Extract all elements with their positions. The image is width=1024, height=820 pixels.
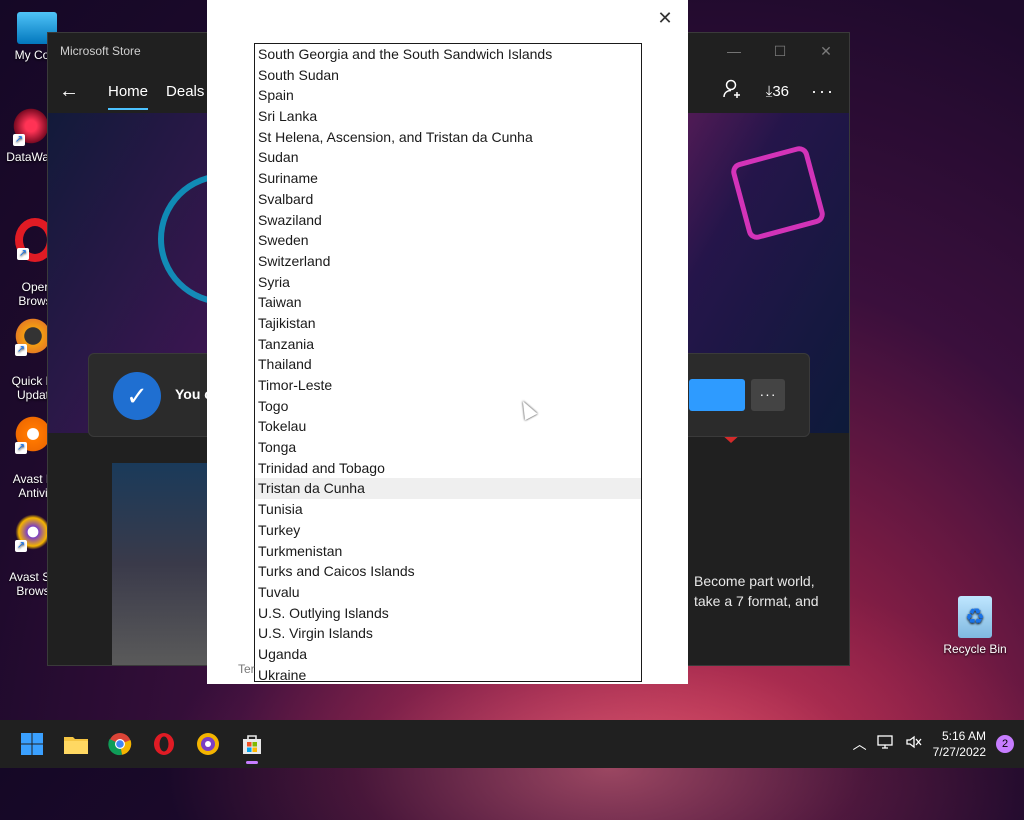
taskbar: ︿ 5:16 AM 7/27/2022 2 <box>0 720 1024 768</box>
country-option[interactable]: Tokelau <box>255 416 641 437</box>
country-option[interactable]: Swaziland <box>255 210 641 231</box>
game-description: Become part world, take a 7 format, and <box>694 573 819 609</box>
account-add-icon[interactable] <box>722 78 744 104</box>
country-option[interactable]: Tunisia <box>255 499 641 520</box>
more-options-icon[interactable]: ··· <box>811 81 835 102</box>
country-option[interactable]: Suriname <box>255 168 641 189</box>
datawag-icon: ↗ <box>11 106 51 146</box>
country-option[interactable]: Tanzania <box>255 334 641 355</box>
notification-action-button[interactable] <box>689 379 745 411</box>
country-option[interactable]: Turkmenistan <box>255 541 641 562</box>
country-option[interactable]: Sweden <box>255 230 641 251</box>
microsoft-store-taskbar-button[interactable] <box>232 724 272 764</box>
country-option[interactable]: Togo <box>255 396 641 417</box>
notification-more-button[interactable]: ··· <box>751 379 785 411</box>
close-icon[interactable]: ✕ <box>803 43 849 60</box>
country-option[interactable]: Syria <box>255 272 641 293</box>
hero-decoration <box>729 144 827 242</box>
downloads-count: 36 <box>772 82 790 100</box>
notification-badge[interactable]: 2 <box>996 735 1014 753</box>
country-dialog: ✕ South Georgia and the South Sandwich I… <box>207 0 688 684</box>
country-option[interactable]: Svalbard <box>255 189 641 210</box>
shortcut-arrow-icon: ↗ <box>13 134 25 146</box>
country-option[interactable]: Tonga <box>255 437 641 458</box>
country-option[interactable]: U.S. Outlying Islands <box>255 603 641 624</box>
country-option[interactable]: Uganda <box>255 644 641 665</box>
desktop-icon-recycle-bin[interactable]: ♻ Recycle Bin <box>938 596 1012 656</box>
shortcut-arrow-icon: ↗ <box>15 442 27 454</box>
network-icon[interactable] <box>876 734 895 755</box>
checkmark-icon: ✓ <box>113 372 161 420</box>
country-option[interactable]: Switzerland <box>255 251 641 272</box>
country-option[interactable]: Thailand <box>255 354 641 375</box>
country-option[interactable]: Timor-Leste <box>255 375 641 396</box>
country-option[interactable]: Taiwan <box>255 292 641 313</box>
game-thumbnail[interactable] <box>112 463 208 665</box>
country-option[interactable]: Tajikistan <box>255 313 641 334</box>
recycle-bin-icon: ♻ <box>958 596 992 638</box>
country-option[interactable]: Turks and Caicos Islands <box>255 561 641 582</box>
store-title: Microsoft Store <box>60 44 141 58</box>
country-option[interactable]: Spain <box>255 85 641 106</box>
dialog-footer-text: Ter <box>238 662 255 676</box>
minimize-icon[interactable]: — <box>711 43 757 60</box>
country-option[interactable]: Sri Lanka <box>255 106 641 127</box>
country-option[interactable]: U.S. Virgin Islands <box>255 623 641 644</box>
clock-date: 7/27/2022 <box>932 745 986 759</box>
country-option[interactable]: South Sudan <box>255 65 641 86</box>
country-option[interactable]: St Helena, Ascension, and Tristan da Cun… <box>255 127 641 148</box>
start-button[interactable] <box>12 724 52 764</box>
country-option[interactable]: Ukraine <box>255 665 641 681</box>
shortcut-arrow-icon: ↗ <box>15 540 27 552</box>
clock[interactable]: 5:16 AM 7/27/2022 <box>933 728 986 760</box>
country-option[interactable]: South Georgia and the South Sandwich Isl… <box>255 44 641 65</box>
tab-home[interactable]: Home <box>108 83 149 110</box>
back-arrow-icon[interactable]: ← <box>48 80 90 103</box>
system-tray: ︿ 5:16 AM 7/27/2022 2 <box>853 728 1024 760</box>
country-option[interactable]: Tristan da Cunha <box>255 478 641 500</box>
opera-icon <box>154 733 174 755</box>
file-explorer-icon <box>64 737 88 754</box>
chrome-icon <box>108 733 132 756</box>
volume-muted-icon[interactable] <box>905 734 923 755</box>
country-option[interactable]: Sudan <box>255 147 641 168</box>
chrome-button[interactable] <box>100 724 140 764</box>
downloads-button[interactable]: ⤓36 <box>766 83 789 100</box>
avast-browser-icon <box>197 733 219 755</box>
shortcut-arrow-icon: ↗ <box>15 344 27 356</box>
maximize-icon[interactable]: ☐ <box>757 43 803 60</box>
country-option[interactable]: Trinidad and Tobago <box>255 458 641 479</box>
close-icon[interactable]: ✕ <box>652 6 678 30</box>
desktop-icon-label: Recycle Bin <box>943 642 1007 656</box>
opera-taskbar-button[interactable] <box>144 724 184 764</box>
country-option[interactable]: Turkey <box>255 520 641 541</box>
chevron-up-icon[interactable]: ︿ <box>853 734 867 754</box>
country-option[interactable]: Tuvalu <box>255 582 641 603</box>
avast-browser-taskbar-button[interactable] <box>188 724 228 764</box>
file-explorer-button[interactable] <box>56 724 96 764</box>
country-listbox[interactable]: South Georgia and the South Sandwich Isl… <box>254 43 642 682</box>
windows-start-icon <box>21 733 43 755</box>
tab-deals[interactable]: Deals <box>166 83 204 100</box>
shortcut-arrow-icon: ↗ <box>17 248 29 260</box>
microsoft-store-icon <box>243 735 261 754</box>
clock-time: 5:16 AM <box>941 729 986 743</box>
